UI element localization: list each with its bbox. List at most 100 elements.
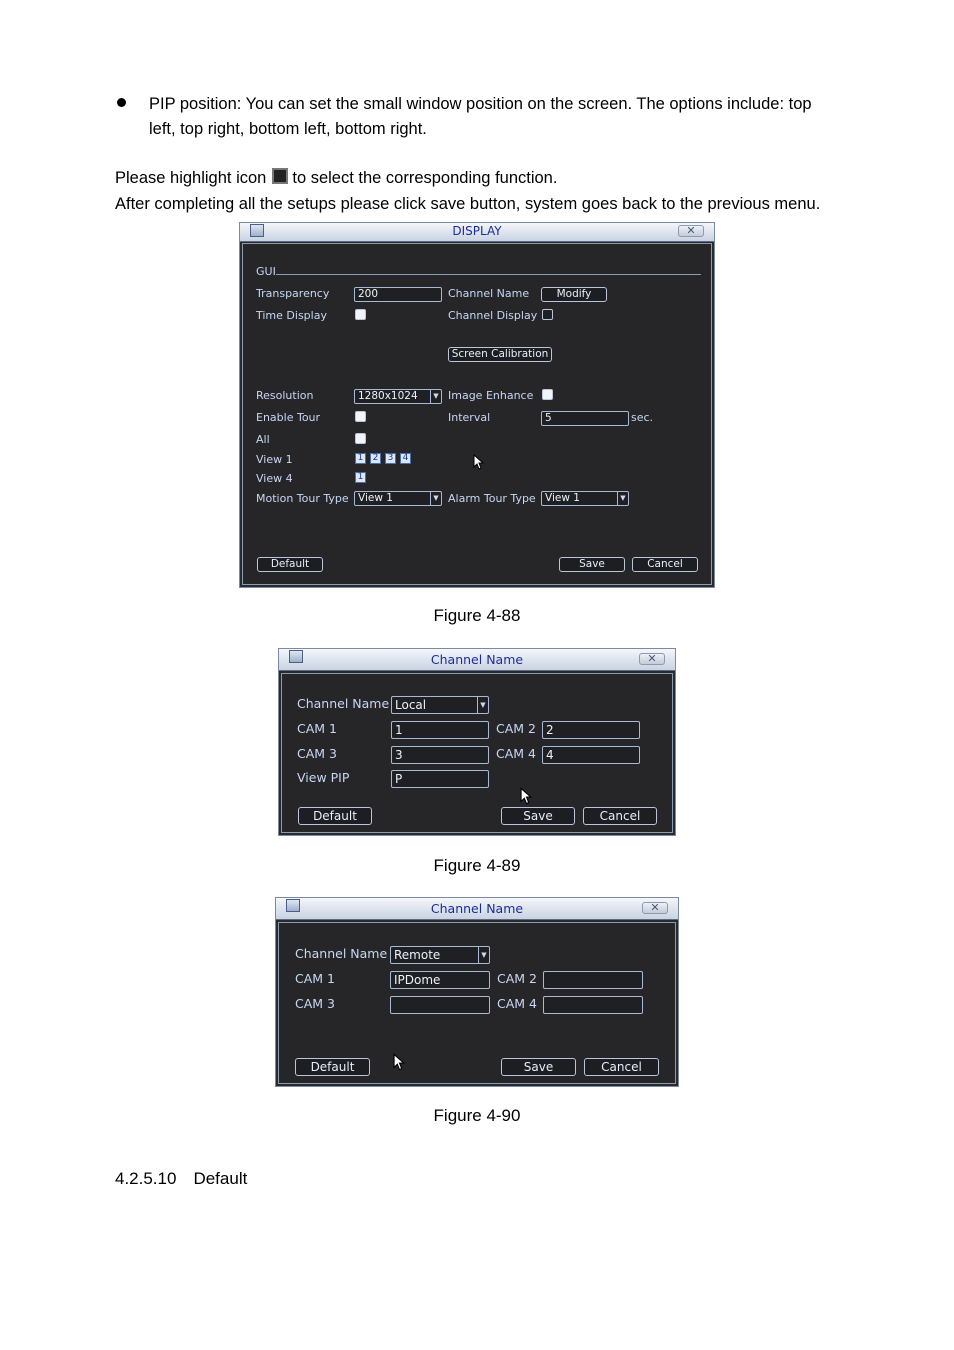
view1-box-2[interactable]: 2	[370, 453, 381, 464]
dropdown-arrow-icon[interactable]: ▼	[430, 492, 441, 505]
channel-remote-title: Channel Name	[430, 901, 524, 916]
all-label: All	[256, 433, 270, 446]
highlight-sentence: Please highlight icon to select the corre…	[115, 168, 557, 188]
enable-tour-checkbox[interactable]	[355, 411, 366, 422]
gui-divider	[276, 274, 701, 275]
dropdown-arrow-icon[interactable]: ▼	[478, 947, 489, 963]
cam2-label: CAM 2	[496, 721, 536, 736]
resolution-value: 1280x1024	[358, 390, 418, 402]
dropdown-arrow-icon[interactable]: ▼	[477, 697, 488, 713]
default-button[interactable]: Default	[257, 557, 323, 572]
channel-name-label: Channel Name	[295, 946, 388, 961]
default-button[interactable]: Default	[298, 807, 372, 825]
interval-label: Interval	[448, 411, 491, 424]
display-titlebar: DISPLAY ✕	[240, 223, 714, 242]
channel-display-label: Channel Display	[448, 309, 538, 322]
view1-box-3[interactable]: 3	[385, 453, 396, 464]
interval-input[interactable]: 5	[541, 411, 629, 426]
cam3-label: CAM 3	[295, 996, 335, 1011]
figure-caption-90: Figure 4-90	[433, 1106, 521, 1125]
cam3-label: CAM 3	[297, 746, 337, 761]
enable-tour-label: Enable Tour	[256, 411, 321, 424]
alarm-tour-value: View 1	[545, 492, 580, 504]
view4-label: View 4	[256, 472, 293, 485]
cancel-button[interactable]: Cancel	[583, 807, 657, 825]
cam3-input[interactable]	[390, 996, 490, 1014]
transparency-label: Transparency	[256, 287, 330, 300]
motion-tour-select[interactable]: View 1 ▼	[354, 491, 442, 506]
bullet-dot	[117, 98, 126, 107]
channel-name-value: Remote	[394, 948, 441, 962]
channel-display-checkbox[interactable]	[542, 309, 553, 320]
section-number: 4.2.5.10	[115, 1169, 177, 1188]
image-enhance-checkbox[interactable]	[542, 389, 553, 400]
cam1-label: CAM 1	[295, 971, 335, 986]
motion-tour-value: View 1	[358, 492, 393, 504]
close-icon[interactable]: ✕	[678, 225, 704, 237]
resolution-label: Resolution	[256, 389, 314, 402]
time-display-label: Time Display	[256, 309, 327, 322]
channel-name-value: Local	[395, 698, 427, 712]
cam4-input[interactable]: 4	[542, 746, 640, 764]
cancel-button[interactable]: Cancel	[632, 557, 698, 572]
channel-local-titlebar: Channel Name ✕	[279, 649, 675, 671]
cam1-input[interactable]: IPDome	[390, 971, 490, 989]
view1-box-4[interactable]: 4	[400, 453, 411, 464]
screen-calibration-button[interactable]: Screen Calibration	[448, 347, 552, 362]
highlight-text-after: to select the corresponding function.	[292, 169, 558, 187]
modify-button[interactable]: Modify	[541, 287, 607, 302]
interval-unit: sec.	[631, 411, 654, 424]
cam2-label: CAM 2	[497, 971, 537, 986]
channel-name-local-window: Channel Name ✕ Channel Name Local ▼ CAM …	[278, 648, 676, 836]
channel-name-remote-window: Channel Name ✕ Channel Name Remote ▼ CAM…	[275, 897, 679, 1087]
cancel-button[interactable]: Cancel	[584, 1058, 659, 1076]
bullet-text-line1: PIP position: You can set the small wind…	[149, 95, 812, 113]
figure-caption-88: Figure 4-88	[433, 606, 521, 625]
save-button[interactable]: Save	[559, 557, 625, 572]
display-window: DISPLAY ✕ GUI Transparency 200 Channel N…	[239, 222, 715, 588]
save-button[interactable]: Save	[501, 1058, 576, 1076]
mouse-cursor-icon	[473, 454, 485, 470]
view1-label: View 1	[256, 453, 293, 466]
time-display-checkbox[interactable]	[355, 309, 366, 320]
close-icon[interactable]: ✕	[639, 653, 665, 665]
save-button[interactable]: Save	[501, 807, 575, 825]
section-heading: 4.2.5.10 Default	[115, 1169, 247, 1189]
dropdown-arrow-icon[interactable]: ▼	[617, 492, 628, 505]
cam2-input[interactable]	[543, 971, 643, 989]
cam2-input[interactable]: 2	[542, 721, 640, 739]
channel-local-title: Channel Name	[430, 652, 524, 667]
cam3-input[interactable]: 3	[391, 746, 489, 764]
motion-tour-label: Motion Tour Type	[256, 492, 349, 505]
channel-name-select[interactable]: Remote ▼	[390, 946, 490, 964]
alarm-tour-select[interactable]: View 1 ▼	[541, 491, 629, 506]
display-title: DISPLAY	[452, 224, 502, 238]
channel-name-select[interactable]: Local ▼	[391, 696, 489, 714]
highlight-text-before: Please highlight icon	[115, 169, 267, 187]
view1-box-1[interactable]: 1	[355, 453, 366, 464]
mouse-cursor-icon	[520, 787, 533, 805]
all-checkbox[interactable]	[355, 433, 366, 444]
channel-name-label: Channel Name	[448, 287, 530, 300]
view-pip-input[interactable]: P	[391, 770, 489, 788]
dropdown-arrow-icon[interactable]: ▼	[430, 390, 441, 403]
save-note: After completing all the setups please c…	[115, 195, 821, 213]
cam1-label: CAM 1	[297, 721, 337, 736]
close-icon[interactable]: ✕	[642, 902, 668, 914]
gui-section-label: GUI	[256, 265, 276, 278]
image-enhance-label: Image Enhance	[448, 389, 534, 402]
highlight-square-icon	[272, 168, 289, 184]
cam4-input[interactable]	[543, 996, 643, 1014]
view-pip-label: View PIP	[297, 770, 350, 785]
resolution-select[interactable]: 1280x1024 ▼	[354, 389, 442, 404]
channel-remote-titlebar: Channel Name ✕	[276, 898, 678, 920]
default-button[interactable]: Default	[295, 1058, 370, 1076]
cam4-label: CAM 4	[497, 996, 537, 1011]
cam1-input[interactable]: 1	[391, 721, 489, 739]
figure-caption-89: Figure 4-89	[433, 856, 521, 875]
view4-box-1[interactable]: 1	[355, 472, 366, 483]
channel-name-label: Channel Name	[297, 696, 390, 711]
cam4-label: CAM 4	[496, 746, 536, 761]
transparency-input[interactable]: 200	[354, 287, 442, 302]
section-title: Default	[193, 1169, 248, 1188]
